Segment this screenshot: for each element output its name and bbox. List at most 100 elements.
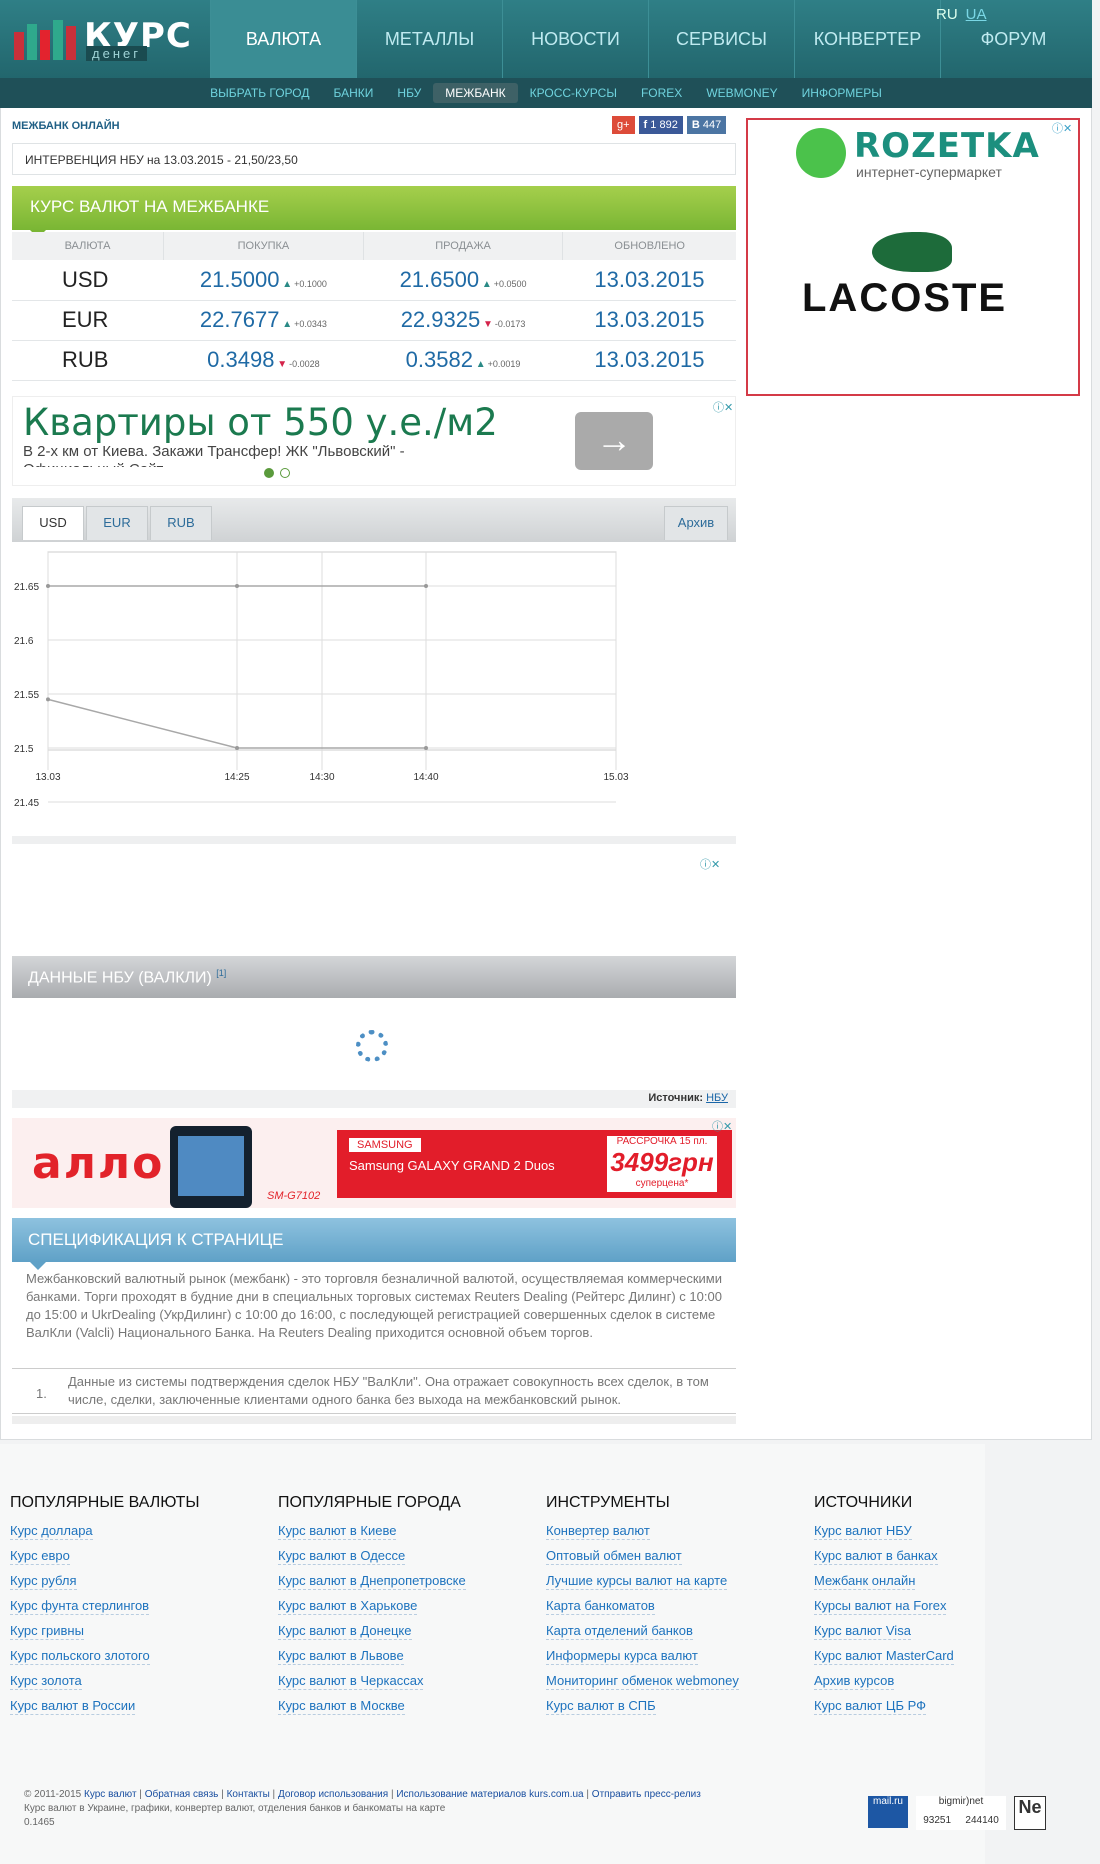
carousel-dot-2[interactable] [280, 468, 290, 478]
footer-link[interactable]: Курс валют в Черкассах [278, 1672, 424, 1690]
data-point [235, 746, 239, 750]
footer-link[interactable]: Курс валют в Москве [278, 1697, 405, 1715]
ad-rozetka-lacoste[interactable]: ROZETKA интернет-супермаркет LACOSTE [746, 118, 1080, 396]
google-plus-button[interactable]: g+ [612, 116, 635, 134]
nav-converter[interactable]: КОНВЕРТЕР [794, 0, 940, 78]
data-point [46, 697, 50, 702]
arrow-right-icon[interactable]: → [575, 412, 653, 470]
copyright-link[interactable]: Договор использования [278, 1789, 388, 1800]
y-tick-label: 21.55 [14, 690, 39, 701]
footer-link[interactable]: Курс валют ЦБ РФ [814, 1697, 927, 1715]
bigmir-counter[interactable]: bigmir)net 93251 244140 [916, 1796, 1006, 1830]
footer-link[interactable]: Оптовый обмен валют [546, 1547, 682, 1565]
footer-col-title: ИНСТРУМЕНТЫ [546, 1494, 670, 1511]
ad-right-close-icon[interactable]: ⓘ✕ [1052, 120, 1080, 135]
tab-usd[interactable]: USD [22, 506, 84, 540]
footer-link[interactable]: Курс евро [10, 1547, 70, 1565]
ad-apartments-desc: В 2-х км от Киева. Закажи Трансфер! ЖК "… [23, 443, 405, 460]
footer-link[interactable]: Курс польского злотого [10, 1647, 150, 1665]
footer-col-tools: ИНСТРУМЕНТЫ Конвертер валют Оптовый обмен… [546, 1494, 806, 1722]
footer-link[interactable]: Курс золота [10, 1672, 82, 1690]
ad-close-icon[interactable]: ⓘ✕ [713, 399, 733, 415]
copyright-link[interactable]: Использование материалов kurs.com.ua [396, 1789, 583, 1800]
logo[interactable]: КУРС денег [14, 16, 191, 61]
facebook-share-button[interactable]: f 1 892 [638, 116, 683, 134]
spec-text: Межбанковский валютный рынок (межбанк) -… [26, 1271, 722, 1340]
copyright-link[interactable]: Обратная связь [145, 1789, 219, 1800]
nav-metals[interactable]: МЕТАЛЛЫ [356, 0, 502, 78]
footer-link[interactable]: Курс валют в России [10, 1697, 136, 1715]
footer-link[interactable]: Курс гривны [10, 1622, 84, 1640]
lang-ru[interactable]: RU [936, 6, 958, 23]
rate-date: 13.03.2015 [562, 260, 736, 301]
chart-footer [12, 836, 736, 844]
footer-link[interactable]: Информеры курса валют [546, 1647, 698, 1665]
ad-apartments[interactable]: Квартиры от 550 у.е./м2 В 2-х км от Киев… [12, 396, 736, 486]
rate-buy: 0.3498 ▼ -0.0028 [163, 340, 364, 381]
footer-link[interactable]: Карта отделений банков [546, 1622, 693, 1640]
footer-link[interactable]: Архив курсов [814, 1672, 895, 1690]
nav-services[interactable]: СЕРВИСЫ [648, 0, 794, 78]
footer-link[interactable]: Курс валют в Одессе [278, 1547, 406, 1565]
footer-link[interactable]: Лучшие курсы валют на карте [546, 1572, 728, 1590]
footer-link[interactable]: Курс валют в Донецке [278, 1622, 412, 1640]
x-tick-label: 15.03 [603, 772, 628, 783]
ad-allo[interactable]: алло SM-G7102 SAMSUNG Samsung GALAXY GRA… [12, 1118, 736, 1208]
subnav-city[interactable]: ВЫБРАТЬ ГОРОД [198, 83, 321, 103]
tab-rub[interactable]: RUB [150, 506, 212, 540]
footer-link[interactable]: Курс валют НБУ [814, 1522, 912, 1540]
subnav-webmoney[interactable]: WEBMONEY [694, 83, 789, 103]
vk-share-button[interactable]: В 447 [686, 116, 727, 134]
nbu-footnote-link[interactable]: [1] [216, 968, 226, 978]
ad-apartments-title: Квартиры от 550 у.е./м2 [23, 401, 498, 444]
subnav-banks[interactable]: БАНКИ [322, 83, 386, 103]
bigmir-count-a: 93251 [923, 1815, 952, 1826]
footer-link[interactable]: Курс доллара [10, 1522, 93, 1540]
footer-link[interactable]: Мониторинг обменок webmoney [546, 1672, 739, 1690]
copyright-link[interactable]: Отправить пресс-релиз [592, 1789, 701, 1800]
footer-link[interactable]: Курс валют Visa [814, 1622, 911, 1640]
footnote-text: Данные из системы подтверждения сделок Н… [68, 1374, 709, 1407]
rate-chart-svg: 21.65 21.6 21.55 21.5 21.45 13.03 14:25 14:30 14… [14, 551, 629, 809]
ne-counter[interactable]: Ne [1014, 1796, 1046, 1830]
footer-link[interactable]: Курс валют в Харькове [278, 1597, 418, 1615]
footer-link[interactable]: Курс валют MasterCard [814, 1647, 954, 1665]
footer-link[interactable]: Курс фунта стерлингов [10, 1597, 150, 1615]
lacoste-crocodile-icon [872, 232, 952, 272]
footer-link[interactable]: Курс валют в Днепропетровске [278, 1572, 466, 1590]
subnav-forex[interactable]: FOREX [629, 83, 694, 103]
footer-col-sources: ИСТОЧНИКИ Курс валют НБУ Курс валют в бан… [814, 1494, 1074, 1722]
x-tick-label: 14:25 [224, 772, 249, 783]
rate-buy-change: -0.0028 [289, 359, 320, 369]
footer-link[interactable]: Курс валют в СПБ [546, 1697, 656, 1715]
footer-link[interactable]: Межбанк онлайн [814, 1572, 916, 1590]
copyright-link[interactable]: Контакты [227, 1789, 270, 1800]
subnav-interbank[interactable]: МЕЖБАНК [433, 83, 518, 103]
footer-link[interactable]: Курс валют в банках [814, 1547, 938, 1565]
ad-allo-close-icon[interactable]: ⓘ✕ [712, 1118, 732, 1134]
tab-eur[interactable]: EUR [86, 506, 148, 540]
nav-news[interactable]: НОВОСТИ [502, 0, 648, 78]
rate-sell-change: -0.0173 [494, 319, 526, 329]
footer-link[interactable]: Курсы валют на Forex [814, 1597, 947, 1615]
footer-link[interactable]: Курс валют в Львове [278, 1647, 404, 1665]
nav-currency[interactable]: ВАЛЮТА [210, 0, 356, 78]
footer-link[interactable]: Карта банкоматов [546, 1597, 655, 1615]
footer-link[interactable]: Курс валют в Киеве [278, 1522, 397, 1540]
subnav-nbu[interactable]: НБУ [385, 83, 433, 103]
lang-ua[interactable]: UA [966, 6, 987, 23]
rozetka-smiley-icon [796, 128, 846, 178]
arrow-up-icon: ▲ [472, 359, 486, 370]
rate-buy-value: 22.7677 [199, 307, 280, 332]
source-link[interactable]: НБУ [706, 1092, 728, 1104]
subnav-cross-rates[interactable]: КРОСС-КУРСЫ [518, 83, 629, 103]
footer-link[interactable]: Курс рубля [10, 1572, 77, 1590]
nbu-title: ДАННЫЕ НБУ (ВАЛКЛИ) [28, 969, 212, 987]
subnav-informers[interactable]: ИНФОРМЕРЫ [790, 83, 894, 103]
ad-info-icon[interactable]: ⓘ✕ [700, 856, 720, 872]
mailru-counter[interactable]: mail.ru [868, 1796, 908, 1828]
footer-link[interactable]: Конвертер валют [546, 1522, 650, 1540]
archive-button[interactable]: Архив [664, 506, 728, 540]
copyright-link[interactable]: Курс валют [84, 1789, 137, 1800]
carousel-dot-1[interactable] [264, 468, 274, 478]
